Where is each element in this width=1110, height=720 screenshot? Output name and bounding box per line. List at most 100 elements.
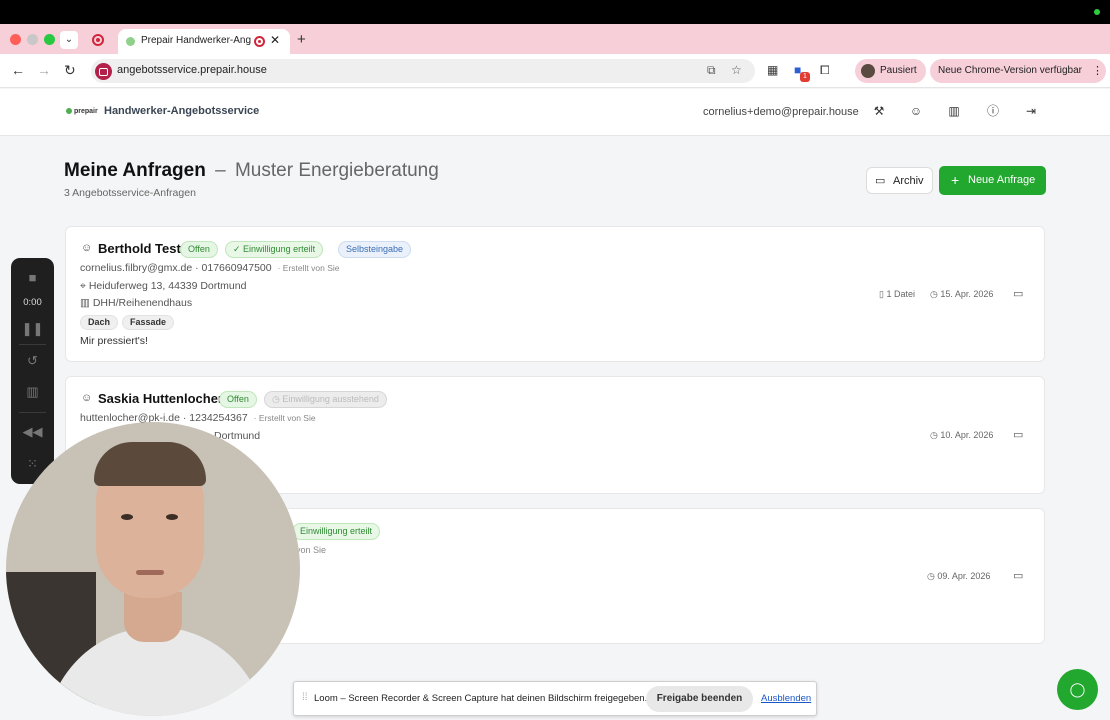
stop-recording-icon[interactable]: ■ — [11, 270, 54, 285]
translate-icon[interactable]: ⧉ — [707, 63, 716, 78]
person-icon: ☺ — [81, 392, 93, 404]
forward-arrow-icon[interactable]: → — [37, 62, 51, 78]
archive-label: Archiv — [893, 175, 924, 187]
url-text[interactable]: angebotsservice.prepair.house — [117, 64, 267, 76]
cam-mouth — [136, 570, 164, 575]
request-count: 3 Angebotsservice-Anfragen — [64, 187, 196, 199]
close-window-button[interactable] — [10, 34, 21, 45]
divider — [19, 412, 46, 413]
recording-icon — [92, 34, 104, 46]
avatar — [861, 64, 875, 78]
extension-gift-icon[interactable]: ▦ — [767, 63, 778, 77]
cam-eye — [121, 514, 133, 520]
house-type-line: ▥ DHH/Reihenendhaus — [80, 297, 192, 309]
back-arrow-icon[interactable]: ← — [11, 62, 25, 78]
wrench-icon[interactable]: ⚒ — [871, 103, 887, 119]
request-date: ◷ 09. Apr. 2026 — [927, 571, 990, 582]
archive-icon[interactable]: ▭ — [1013, 287, 1023, 300]
more-menu-icon[interactable]: ⋮ — [1092, 64, 1103, 77]
source-badge: Selbsteingabe — [338, 241, 412, 258]
created-by: · Erstellt von Sie — [253, 413, 316, 423]
profile-button[interactable]: Pausiert — [855, 59, 926, 83]
minimize-window-button[interactable] — [27, 34, 38, 45]
brand-logo[interactable]: prepair — [66, 108, 98, 115]
chrome-update-button[interactable]: Neue Chrome-Version verfügbar ⋮ — [930, 59, 1106, 83]
archive-icon: ▭ — [875, 175, 886, 187]
date-label: 09. Apr. 2026 — [937, 571, 991, 581]
logout-icon[interactable]: ⇥ — [1023, 103, 1039, 119]
users-icon[interactable]: ☺ — [908, 103, 924, 119]
loom-controls: ■ 0:00 ❚❚ ↺ ▥ ◀◀ ⁙ — [11, 258, 54, 484]
page-title-org: Muster Energieberatung — [234, 160, 439, 181]
cam-eye — [166, 514, 178, 520]
os-menu-bar — [0, 0, 1110, 24]
recording-timer: 0:00 — [23, 297, 42, 308]
status-badge: Offen — [219, 391, 257, 408]
user-email: cornelius+demo@prepair.house — [703, 106, 859, 118]
chat-icon[interactable]: ◯ — [1057, 669, 1098, 710]
reload-icon[interactable]: ↻ — [64, 62, 76, 79]
archive-icon[interactable]: ▭ — [1013, 569, 1023, 582]
file-icon: ▯ — [879, 289, 884, 299]
page-title-main: Meine Anfragen — [64, 160, 206, 181]
status-badge: Offen — [180, 241, 218, 258]
consent-badge: Einwilligung erteilt — [292, 523, 381, 540]
clock-icon: ◷ — [930, 289, 938, 299]
app-header: prepair Handwerker-Angebotsservice corne… — [0, 89, 1110, 136]
consent-label: Einwilligung erteilt — [243, 244, 316, 254]
building-icon[interactable]: ▥ — [946, 103, 962, 119]
clock-icon: ◷ — [930, 430, 938, 440]
bookmark-star-icon[interactable]: ☆ — [731, 63, 742, 77]
new-tab-button[interactable]: + — [297, 31, 306, 48]
consent-badge: ◷ Einwilligung ausstehend — [264, 391, 387, 408]
share-message: Loom – Screen Recorder & Screen Capture … — [314, 693, 648, 704]
hide-link[interactable]: Ausblenden — [761, 693, 811, 704]
favicon-icon — [126, 37, 135, 46]
tag-chip: Dach — [80, 315, 119, 330]
app-name[interactable]: Handwerker-Angebotsservice — [104, 105, 259, 117]
new-request-button[interactable]: + Neue Anfrage — [939, 166, 1046, 195]
address-line: ⌖ Heiduferweg 13, 44339 Dortmund — [80, 280, 246, 293]
page-title: Meine Anfragen – Muster Energieberatung — [64, 160, 439, 182]
request-note: Mir pressiert's! — [80, 335, 148, 347]
archive-icon[interactable]: ▭ — [1013, 428, 1023, 441]
archive-button[interactable]: ▭ Archiv — [866, 167, 933, 194]
tag-chip: Fassade — [122, 315, 175, 330]
delete-icon[interactable]: ▥ — [11, 384, 54, 400]
tab-recording-icon — [254, 36, 265, 47]
camera-indicator-icon — [1094, 9, 1100, 15]
extensions-puzzle-icon[interactable]: ⧠ — [820, 63, 830, 78]
request-name: Saskia Huttenlocher — [98, 391, 223, 406]
rewind-icon[interactable]: ◀◀ — [11, 424, 54, 440]
new-request-label: Neue Anfrage — [968, 174, 1036, 186]
tab-prepair[interactable]: Prepair Handwerker-Angebotsservice ✕ — [118, 29, 290, 54]
screen-share-banner: ⁞⁞ Loom – Screen Recorder & Screen Captu… — [293, 681, 817, 716]
contact-line: cornelius.filbry@gmx.de · 017660947500 · … — [80, 262, 340, 274]
pause-icon[interactable]: ❚❚ — [11, 321, 54, 337]
tab-close-icon[interactable]: ✕ — [270, 33, 280, 47]
tab-search-chevron-icon[interactable]: ⌄ — [60, 31, 78, 49]
cam-neck — [124, 592, 182, 642]
date-label: 15. Apr. 2026 — [940, 289, 994, 299]
contact-text: cornelius.filbry@gmx.de · 017660947500 — [80, 262, 272, 274]
files-label: 1 Datei — [886, 289, 915, 299]
building-icon: ▥ — [80, 297, 90, 309]
contact-line: huttenlocher@pk-i.de · 1234254367 · Erste… — [80, 412, 316, 424]
grip-icon[interactable]: ⁞⁞ — [302, 692, 308, 703]
stop-sharing-button[interactable]: Freigabe beenden — [646, 686, 753, 712]
update-label: Neue Chrome-Version verfügbar — [938, 65, 1082, 76]
request-card[interactable]: ☺ Berthold Test Offen ✓ Einwilligung ert… — [65, 226, 1045, 362]
browser-tab-strip: ⌄ Prepair Handwerker-Angebotsservice ✕ + — [0, 24, 1110, 54]
address-bar[interactable]: angebotsservice.prepair.house ⧉ ☆ — [91, 59, 755, 83]
person-icon: ☺ — [81, 242, 93, 254]
webcam-bubble[interactable] — [6, 422, 300, 716]
consent-badge: ✓ Einwilligung erteilt — [225, 241, 324, 258]
restart-icon[interactable]: ↺ — [11, 353, 54, 369]
house-type: DHH/Reihenendhaus — [92, 297, 193, 309]
request-name: Berthold Test — [98, 241, 181, 256]
info-icon[interactable]: ⓘ — [985, 103, 1001, 119]
address-text: Heiduferweg 13, 44339 Dortmund — [88, 280, 247, 292]
site-info-icon[interactable] — [95, 63, 112, 80]
divider — [19, 344, 46, 345]
maximize-window-button[interactable] — [44, 34, 55, 45]
